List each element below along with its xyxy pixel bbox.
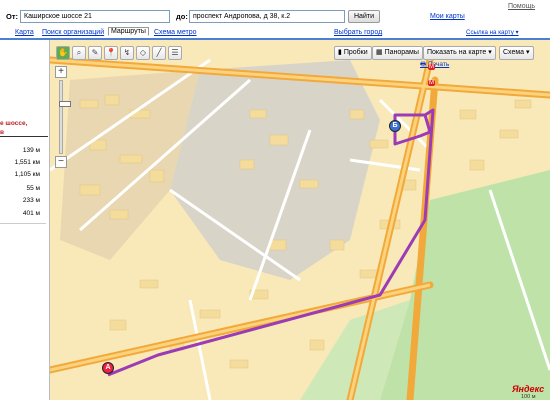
chevron-down-icon: ▾ — [488, 49, 492, 56]
choose-city-link[interactable]: Выбрать город — [334, 29, 382, 36]
to-label: до: — [176, 12, 188, 21]
panoramas-button[interactable]: ▦ Панорамы — [372, 46, 423, 60]
pushpin-tool-icon[interactable]: 📍 — [104, 46, 118, 60]
route-subtitle: в — [0, 129, 48, 137]
ruler-tool-icon[interactable]: ✎ — [88, 46, 102, 60]
from-input[interactable]: Каширское шоссе 21 — [20, 10, 170, 23]
traffic-light-icon: ▮ — [338, 49, 342, 56]
show-on-map-dropdown[interactable]: Показать на карте ▾ — [423, 46, 496, 60]
route-step-distance: 1,105 км — [14, 171, 40, 178]
route-tool-icon[interactable]: ↯ — [120, 46, 134, 60]
layers-tool-icon[interactable]: ☰ — [168, 46, 182, 60]
zoom-control: + − — [55, 66, 71, 170]
tab-organizations[interactable]: Поиск организаций — [42, 29, 104, 36]
show-on-map-label: Показать на карте — [427, 49, 487, 56]
route-title: е шоссе, — [0, 120, 28, 127]
traffic-label: Пробки — [343, 49, 368, 56]
zoom-slider-handle[interactable] — [59, 101, 71, 107]
route-step-distance: 55 м — [26, 185, 40, 192]
map-scale: 100 м — [521, 394, 536, 400]
from-label: От: — [6, 12, 19, 21]
hand-tool-icon[interactable]: ✋ — [56, 46, 70, 60]
zoom-in-button[interactable]: + — [55, 66, 67, 78]
map-type-dropdown[interactable]: Схема ▾ — [499, 46, 534, 60]
route-sidebar: е шоссе, в 139 м 1,551 км 1,105 км 55 м … — [0, 40, 50, 400]
map-type-label: Схема — [503, 49, 525, 56]
map-canvas[interactable]: ✋ ⌕ ✎ 📍 ↯ ◇ ╱ ☰ ▮ Пробки ▦ Панорамы Пока… — [50, 40, 550, 400]
panorama-icon: ▦ — [376, 49, 383, 56]
printer-icon: 🖶 — [420, 61, 427, 68]
sidebar-divider — [0, 223, 46, 224]
yandex-maps-page: Помощь От: Каширское шоссе 21 до: проспе… — [0, 0, 550, 400]
chevron-down-icon: ▾ — [526, 49, 530, 56]
polygon-tool-icon[interactable]: ◇ — [136, 46, 150, 60]
panoramas-label: Панорамы — [384, 49, 419, 56]
route-start-marker[interactable]: A — [102, 362, 114, 374]
my-maps-link[interactable]: Мои карты — [430, 13, 465, 20]
zoom-out-button[interactable]: − — [55, 156, 67, 168]
magnifier-tool-icon[interactable]: ⌕ — [72, 46, 86, 60]
map-graphics — [50, 40, 550, 400]
traffic-button[interactable]: ▮ Пробки — [334, 46, 372, 60]
metro-station-icon[interactable]: M — [428, 80, 435, 86]
route-end-marker[interactable]: Б — [389, 120, 401, 132]
route-step-distance: 401 м — [22, 210, 40, 217]
zoom-slider-track[interactable] — [59, 80, 71, 154]
line-tool-icon[interactable]: ╱ — [152, 46, 166, 60]
tab-metro[interactable]: Схема метро — [154, 29, 197, 36]
tab-routes[interactable]: Маршруты — [108, 27, 149, 36]
route-step-distance: 139 м — [22, 147, 40, 154]
find-button[interactable]: Найти — [348, 10, 380, 23]
to-input[interactable]: проспект Андропова, д 38, к.2 — [189, 10, 345, 23]
link-to-map[interactable]: Ссылка на карту ▾ — [466, 29, 519, 36]
tab-map[interactable]: Карта — [15, 29, 34, 36]
yandex-logo: Яндекс — [512, 384, 545, 394]
metro-station-icon[interactable]: M — [428, 64, 435, 70]
help-link[interactable]: Помощь — [508, 3, 535, 10]
route-step-distance: 233 м — [22, 197, 40, 204]
route-step-distance: 1,551 км — [14, 159, 40, 166]
